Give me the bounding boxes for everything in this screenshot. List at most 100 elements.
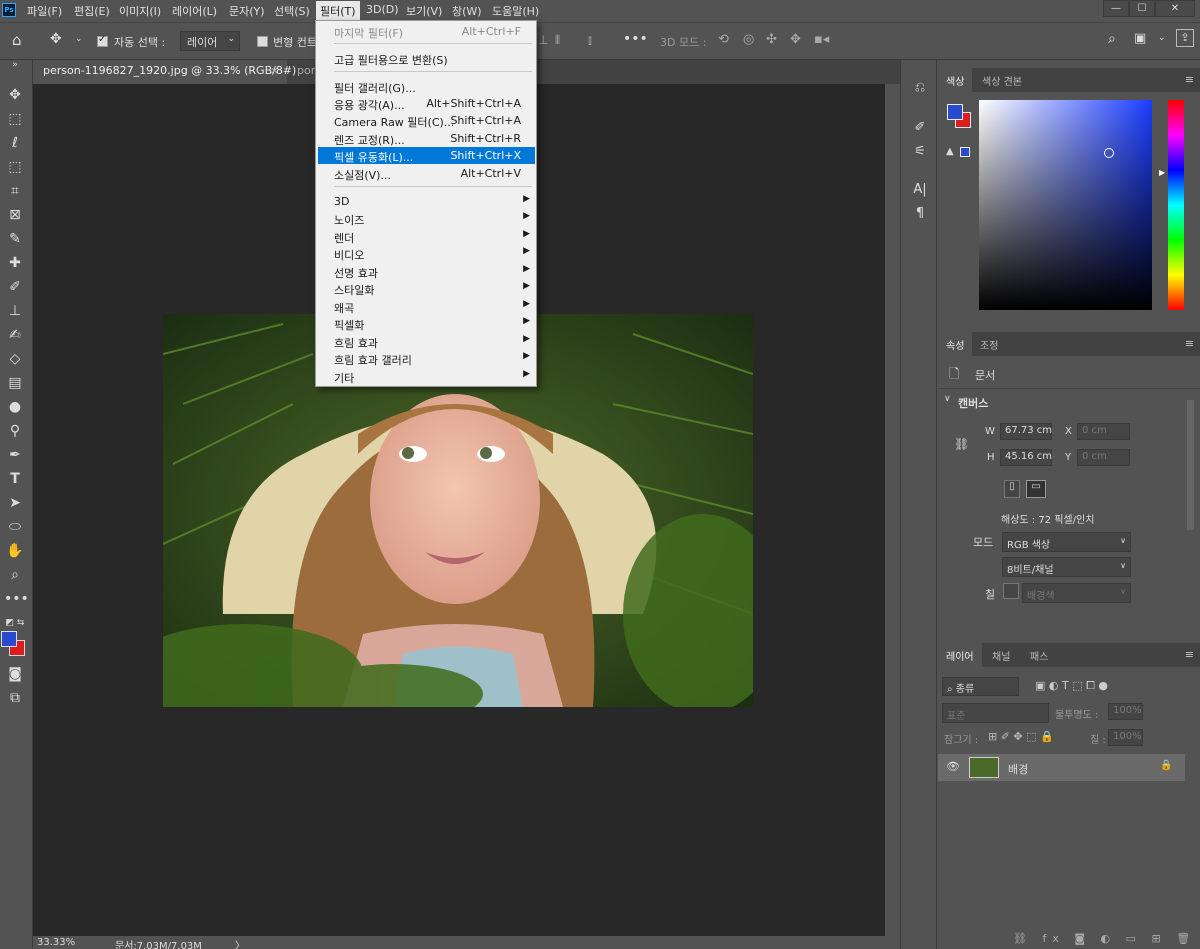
menu-item-render[interactable]: 렌더 ▶ (318, 228, 535, 245)
menu-3d[interactable]: 3D(D) (366, 3, 399, 16)
canvas-width-field[interactable]: 67.73 cm (1000, 423, 1052, 440)
frame-tool-icon[interactable]: ⊠ (4, 205, 26, 225)
canvas-x-field[interactable]: 0 cm (1077, 423, 1130, 440)
portrait-orientation-icon[interactable]: ▯ (1004, 480, 1020, 498)
share-icon[interactable]: ⇪ (1176, 29, 1194, 47)
status-menu-arrow[interactable]: 〉 (235, 937, 245, 949)
marquee-tool-icon[interactable]: ⬚ (4, 109, 26, 129)
healing-brush-tool-icon[interactable]: ✚ (4, 253, 26, 273)
lock-icons[interactable]: ⊞ ✐ ✥ ⬚ 🔒 (988, 730, 1054, 743)
tab-adjustments[interactable]: 조정 (972, 332, 1006, 356)
blur-tool-icon[interactable]: ● (4, 397, 26, 417)
quick-select-tool-icon[interactable]: ⬚ (4, 157, 26, 177)
color-picker-marker[interactable] (1104, 148, 1114, 158)
eyedropper-tool-icon[interactable]: ✎ (4, 229, 26, 249)
color-field-picker[interactable] (979, 100, 1152, 310)
menu-layer[interactable]: 레이어(L) (172, 3, 217, 19)
3d-roll-icon[interactable]: ◎ (743, 32, 754, 47)
auto-select-target-dropdown[interactable]: 레이어 ⌄ (180, 31, 240, 51)
foreground-color-swatch[interactable] (1, 631, 17, 647)
collapse-icon[interactable]: » (4, 60, 26, 70)
properties-scrollbar[interactable] (1187, 400, 1194, 530)
panel-menu-icon[interactable]: ≡ (1185, 337, 1194, 350)
layer-row-background[interactable]: 👁 배경 🔒 (938, 754, 1185, 781)
menu-item-other[interactable]: 기타 ▶ (318, 368, 535, 385)
menu-file[interactable]: 파일(F) (27, 3, 62, 19)
menu-view[interactable]: 보기(V) (406, 3, 442, 19)
menu-select[interactable]: 선택(S) (274, 3, 310, 19)
paragraph-icon[interactable]: ¶ (910, 204, 930, 224)
move-tool-icon[interactable]: ✥ (4, 85, 26, 105)
menu-item-noise[interactable]: 노이즈 ▶ (318, 210, 535, 227)
canvas-y-field[interactable]: 0 cm (1077, 449, 1130, 466)
close-tab-icon[interactable]: × (270, 64, 279, 77)
canvas-height-field[interactable]: 45.16 cm (1000, 449, 1052, 466)
3d-scale-icon[interactable]: ▪◂ (814, 32, 829, 47)
chevron-down-icon[interactable]: ⌄ (75, 34, 83, 44)
adjustments-icon[interactable]: ⚟ (910, 142, 930, 162)
menu-help[interactable]: 도움말(H) (492, 3, 539, 19)
visibility-eye-icon[interactable]: 👁 (946, 760, 960, 773)
fill-percent-field[interactable]: 100% (1108, 729, 1143, 746)
panel-menu-icon[interactable]: ≡ (1185, 73, 1194, 86)
web-safe-color-swatch[interactable] (960, 147, 970, 157)
tab-channels[interactable]: 채널 (984, 643, 1018, 667)
align-bottom-icon[interactable]: ⊥ (538, 33, 548, 47)
gradient-tool-icon[interactable]: ▤ (4, 373, 26, 393)
character-icon[interactable]: A| (910, 180, 930, 200)
brush-tool-icon[interactable]: ✐ (4, 277, 26, 297)
menu-edit[interactable]: 편집(E) (74, 3, 110, 19)
tab-paths[interactable]: 패스 (1022, 643, 1056, 667)
hand-tool-icon[interactable]: ✋ (4, 541, 26, 561)
foreground-color-swatch[interactable] (947, 104, 963, 120)
menu-item-video[interactable]: 비디오 ▶ (318, 245, 535, 262)
default-colors-icon[interactable]: ◩ ⇆ (4, 613, 26, 633)
hue-slider-handle[interactable]: ▶ (1159, 168, 1165, 177)
distribute-horizontal-icon[interactable]: ⫾ (588, 33, 592, 48)
tab-portrait[interactable]: port (287, 60, 317, 84)
menu-item-filter-gallery[interactable]: 필터 갤러리(G)... (318, 78, 535, 95)
path-selection-tool-icon[interactable]: ➤ (4, 493, 26, 513)
menu-item-camera-raw[interactable]: Camera Raw 필터(C)... Shift+Ctrl+A (318, 112, 535, 129)
close-window-button[interactable]: ✕ (1155, 0, 1195, 17)
menu-image[interactable]: 이미지(I) (119, 3, 161, 19)
link-icon[interactable]: ⛓ (954, 437, 969, 451)
more-tools-icon[interactable]: ••• (4, 589, 29, 609)
tab-person-image[interactable]: person-1196827_1920.jpg @ 33.3% (RGB/8#)… (33, 60, 296, 84)
eraser-tool-icon[interactable]: ◇ (4, 349, 26, 369)
bit-depth-dropdown[interactable]: 8비트/채널 ∨ (1002, 557, 1131, 577)
layer-filter-dropdown[interactable]: ⌕ 종류 (942, 677, 1019, 696)
minimize-button[interactable]: — (1103, 0, 1129, 17)
fill-color-swatch[interactable] (1003, 583, 1019, 599)
move-tool-icon[interactable]: ✥ (50, 31, 62, 47)
home-icon[interactable]: ⌂ (12, 31, 22, 49)
hue-slider[interactable] (1168, 100, 1184, 310)
menu-item-stylize[interactable]: 스타일화 ▶ (318, 280, 535, 297)
3d-slide-icon[interactable]: ✥ (790, 32, 801, 47)
screen-mode-icon[interactable]: ⧉ (4, 688, 26, 708)
layers-bottom-icons[interactable]: ⛓ fx ◙ ◐ ▭ ⊞ 🗑 (1013, 932, 1196, 945)
transform-controls-checkbox[interactable] (257, 36, 268, 47)
tab-properties[interactable]: 속성 (938, 332, 973, 356)
clone-stamp-tool-icon[interactable]: ⊥ (4, 301, 26, 321)
zoom-tool-icon[interactable]: ⌕ (4, 565, 26, 585)
3d-pan-icon[interactable]: ✣ (766, 32, 777, 47)
opacity-field[interactable]: 100% (1108, 703, 1143, 720)
menu-item-vanishing-point[interactable]: 소실점(V)... Alt+Ctrl+V (318, 165, 535, 182)
tab-swatches[interactable]: 색상 견본 (974, 68, 1030, 92)
menu-item-liquify[interactable]: 픽셀 유동화(L)... Shift+Ctrl+X (318, 147, 535, 164)
landscape-orientation-icon[interactable]: ▭ (1026, 480, 1046, 498)
menu-item-pixelate[interactable]: 픽셀화 ▶ (318, 315, 535, 332)
brush-settings-icon[interactable]: ✐ (910, 118, 930, 138)
pen-tool-icon[interactable]: ✒ (4, 445, 26, 465)
blend-mode-dropdown[interactable]: 표준 (942, 703, 1049, 723)
menu-window[interactable]: 창(W) (452, 3, 482, 19)
menu-item-sharpen[interactable]: 선명 효과 ▶ (318, 263, 535, 280)
distribute-icon[interactable]: ⫴ (555, 33, 560, 48)
menu-item-blur-gallery[interactable]: 흐림 효과 갤러리 ▶ (318, 350, 535, 367)
type-tool-icon[interactable]: T (4, 469, 26, 489)
layer-filter-icons[interactable]: ▣ ◐ T ⬚ ⧠ ● (1035, 679, 1108, 693)
layer-name[interactable]: 배경 (1008, 761, 1028, 777)
auto-select-checkbox[interactable] (97, 34, 108, 47)
ellipse-tool-icon[interactable]: ⬭ (4, 517, 26, 537)
